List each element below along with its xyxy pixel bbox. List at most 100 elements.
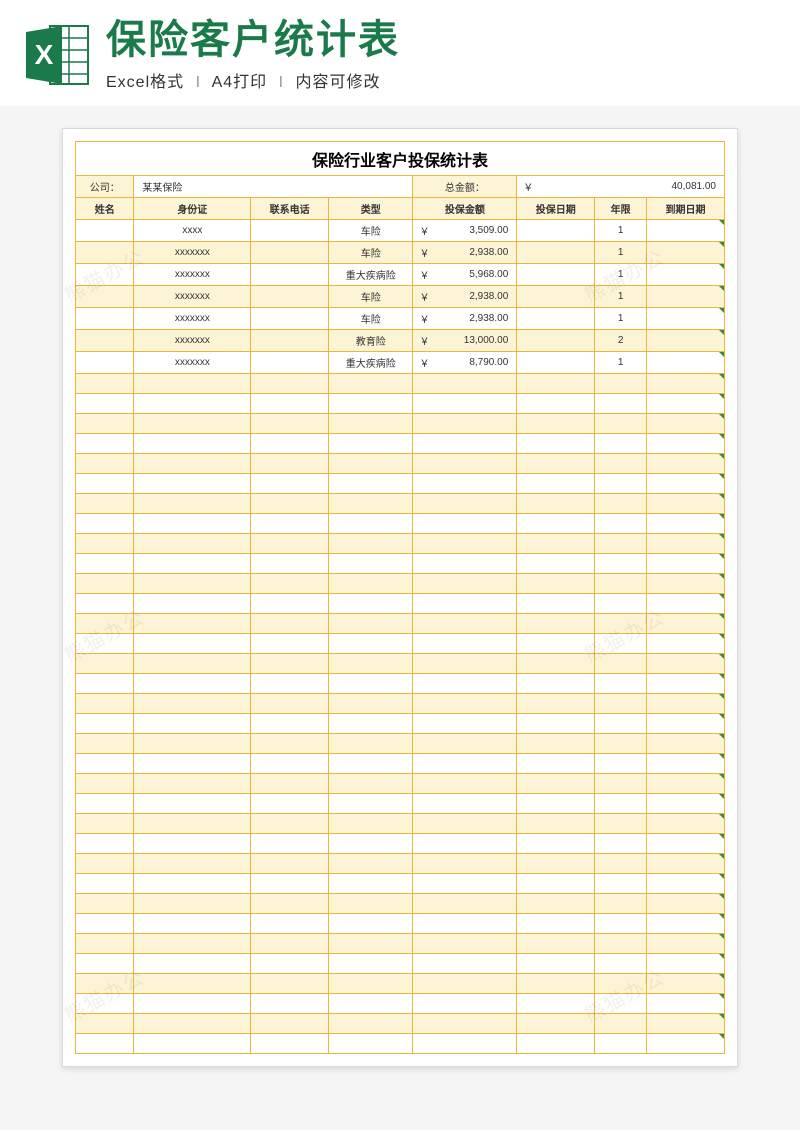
table-row — [76, 1034, 725, 1054]
cell-years: 2 — [595, 330, 647, 352]
col-end-date: 到期日期 — [647, 198, 725, 220]
table-row: xxxxxxx车险￥2,938.001 — [76, 242, 725, 264]
table-row — [76, 894, 725, 914]
excel-file-icon: X — [22, 20, 92, 90]
table-row — [76, 554, 725, 574]
table-row — [76, 394, 725, 414]
table-row — [76, 374, 725, 394]
table-row — [76, 514, 725, 534]
table-row — [76, 574, 725, 594]
cell-phone — [251, 308, 329, 330]
cell-start-date — [517, 242, 595, 264]
cell-amount: 2,938.00 — [439, 242, 517, 264]
cell-end-date — [647, 242, 725, 264]
cell-id: xxxxxxx — [134, 308, 251, 330]
total-amount: 40,081.00 — [595, 176, 725, 198]
cell-id: xxxxxxx — [134, 264, 251, 286]
table-row: xxxx车险￥3,509.001 — [76, 220, 725, 242]
svg-text:X: X — [35, 39, 54, 70]
cell-phone — [251, 220, 329, 242]
cell-amount: 2,938.00 — [439, 308, 517, 330]
cell-id: xxxxxxx — [134, 352, 251, 374]
col-id: 身份证 — [134, 198, 251, 220]
header-subtitle: Excel格式 I A4打印 I 内容可修改 — [106, 68, 778, 92]
cell-id: xxxxxxx — [134, 330, 251, 352]
cell-name — [76, 330, 134, 352]
insurance-table: 保险行业客户投保统计表 公司： 某某保险 总金额： ￥ 40,081.00 姓名… — [75, 141, 725, 1054]
cell-id: xxxxxxx — [134, 286, 251, 308]
table-row — [76, 694, 725, 714]
table-title-row: 保险行业客户投保统计表 — [76, 142, 725, 176]
cell-name — [76, 308, 134, 330]
table-row — [76, 614, 725, 634]
header-text-block: 保险客户统计表 Excel格式 I A4打印 I 内容可修改 — [106, 18, 778, 92]
table-row: xxxxxxx车险￥2,938.001 — [76, 308, 725, 330]
cell-type: 重大疾病险 — [329, 264, 413, 286]
cell-start-date — [517, 308, 595, 330]
cell-phone — [251, 242, 329, 264]
table-row: xxxxxxx 教育险￥13,000.00 2 — [76, 330, 725, 352]
table-row — [76, 714, 725, 734]
cell-name — [76, 264, 134, 286]
table-row — [76, 494, 725, 514]
table-row — [76, 914, 725, 934]
table-row — [76, 414, 725, 434]
cell-years: 1 — [595, 242, 647, 264]
cell-start-date — [517, 352, 595, 374]
cell-years: 1 — [595, 308, 647, 330]
cell-name — [76, 352, 134, 374]
currency-symbol: ￥ — [517, 176, 595, 198]
table-row — [76, 674, 725, 694]
cell-currency: ￥ — [413, 308, 439, 330]
table-row — [76, 954, 725, 974]
cell-phone — [251, 286, 329, 308]
table-row — [76, 434, 725, 454]
header-sub2: A4打印 — [212, 74, 268, 91]
header-sub3: 内容可修改 — [296, 74, 381, 91]
cell-currency: ￥ — [413, 352, 439, 374]
cell-amount: 5,968.00 — [439, 264, 517, 286]
cell-amount: 8,790.00 — [439, 352, 517, 374]
cell-currency: ￥ — [413, 242, 439, 264]
table-row — [76, 874, 725, 894]
cell-years: 1 — [595, 220, 647, 242]
column-header-row: 姓名 身份证 联系电话 类型 投保金额 投保日期 年限 到期日期 — [76, 198, 725, 220]
cell-name — [76, 242, 134, 264]
company-value: 某某保险 — [134, 176, 413, 198]
total-label: 总金额： — [413, 176, 517, 198]
cell-currency: ￥ — [413, 220, 439, 242]
cell-end-date — [647, 220, 725, 242]
table-row — [76, 814, 725, 834]
page-header: X 保险客户统计表 Excel格式 I A4打印 I 内容可修改 — [0, 0, 800, 106]
cell-currency: ￥ — [413, 264, 439, 286]
cell-type: 重大疾病险 — [329, 352, 413, 374]
table-row — [76, 994, 725, 1014]
header-title: 保险客户统计表 — [106, 18, 778, 62]
separator: I — [196, 74, 201, 91]
cell-start-date — [517, 264, 595, 286]
col-start-date: 投保日期 — [517, 198, 595, 220]
table-row: xxxxxxx重大疾病险￥8,790.001 — [76, 352, 725, 374]
cell-type: 车险 — [329, 286, 413, 308]
cell-id: xxxxxxx — [134, 242, 251, 264]
table-row — [76, 474, 725, 494]
table-row — [76, 754, 725, 774]
cell-start-date — [517, 220, 595, 242]
table-row — [76, 854, 725, 874]
table-row — [76, 734, 725, 754]
cell-amount: 3,509.00 — [439, 220, 517, 242]
cell-currency: ￥ — [413, 330, 439, 352]
col-phone: 联系电话 — [251, 198, 329, 220]
separator: I — [279, 74, 284, 91]
cell-amount: 2,938.00 — [439, 286, 517, 308]
table-row — [76, 774, 725, 794]
cell-type: 教育险 — [329, 330, 413, 352]
cell-amount: 13,000.00 — [439, 330, 517, 352]
col-type: 类型 — [329, 198, 413, 220]
table-row — [76, 1014, 725, 1034]
table-title: 保险行业客户投保统计表 — [76, 142, 725, 176]
cell-type: 车险 — [329, 220, 413, 242]
table-row: xxxxxxx重大疾病险￥5,968.001 — [76, 264, 725, 286]
cell-years: 1 — [595, 286, 647, 308]
table-row — [76, 794, 725, 814]
